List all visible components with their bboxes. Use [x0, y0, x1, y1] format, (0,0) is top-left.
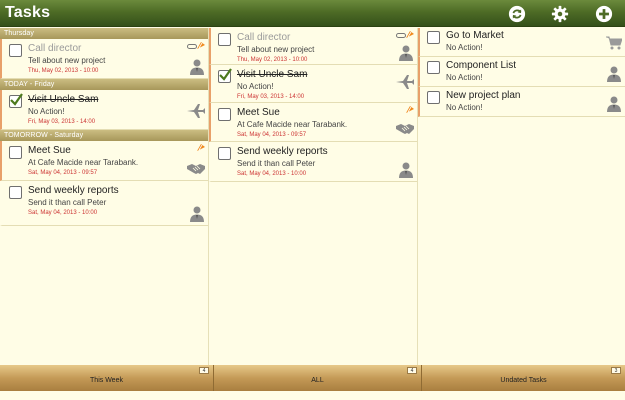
task-checkbox-checked[interactable] [218, 68, 232, 83]
link-icon [187, 43, 197, 50]
task-title: Call director [28, 43, 82, 54]
task-description: Send it than call Peter [28, 198, 107, 207]
task-description: At Cafe Macide near Tarabank. [28, 158, 139, 167]
task-description: Tell about new project [28, 56, 106, 65]
handshake-icon [187, 163, 205, 175]
task-checkbox[interactable] [9, 146, 22, 159]
task-item[interactable]: Visit Uncle Sam No Action! Fri, May 03, … [209, 65, 417, 103]
settings-button[interactable] [549, 3, 571, 25]
task-description: Tell about new project [237, 45, 315, 54]
task-item[interactable]: Send weekly reports Send it than call Pe… [209, 142, 417, 182]
task-checkbox[interactable] [9, 44, 22, 57]
airplane-icon [396, 75, 414, 89]
contact-icon [190, 59, 204, 75]
tab-label: Undated Tasks [500, 377, 547, 384]
add-task-button[interactable] [593, 3, 615, 25]
task-checkbox[interactable] [427, 31, 440, 44]
contact-icon [399, 45, 413, 61]
count-badge: 4 [407, 367, 417, 374]
task-checkbox[interactable] [218, 147, 231, 160]
tab-undated-tasks[interactable]: Undated Tasks 3 [422, 365, 625, 391]
tasks-app: Tasks Thursday Call director Tell about … [0, 0, 625, 400]
column-all: Call director Tell about new project Thu… [209, 28, 417, 182]
task-date: Sat, May 04, 2013 - 09:57 [237, 132, 307, 138]
task-title: Send weekly reports [237, 146, 328, 157]
task-checkbox[interactable] [9, 186, 22, 199]
task-item[interactable]: Meet Sue At Cafe Macide near Tarabank. S… [0, 141, 208, 181]
task-checkbox[interactable] [427, 61, 440, 74]
task-checkbox[interactable] [218, 33, 231, 46]
task-checkbox[interactable] [218, 108, 231, 121]
task-description: No Action! [446, 103, 483, 112]
task-date: Thu, May 02, 2013 - 10:00 [237, 57, 308, 63]
tab-label: ALL [311, 377, 324, 384]
task-checkbox-checked[interactable] [9, 93, 23, 108]
contact-icon [190, 206, 204, 222]
task-description: Send it than call Peter [237, 159, 316, 168]
column-this-week: Thursday Call director Tell about new pr… [0, 28, 208, 226]
task-date: Sat, May 04, 2013 - 10:00 [28, 210, 98, 216]
task-description: No Action! [28, 107, 65, 116]
task-date: Fri, May 03, 2013 - 14:00 [237, 94, 305, 100]
sync-button[interactable] [506, 3, 528, 25]
task-date: Thu, May 02, 2013 - 10:00 [28, 68, 99, 74]
shopping-cart-icon [606, 36, 622, 50]
bottom-spacer [0, 391, 625, 400]
task-checkbox[interactable] [427, 91, 440, 104]
task-item[interactable]: Visit Uncle Sam No Action! Fri, May 03, … [0, 90, 208, 130]
priority-flag-icon [197, 144, 205, 151]
task-title: Send weekly reports [28, 185, 119, 196]
task-date: Sat, May 04, 2013 - 09:57 [28, 170, 98, 176]
task-description: No Action! [446, 43, 483, 52]
task-title: Meet Sue [28, 145, 71, 156]
airplane-icon [187, 104, 205, 118]
sync-icon [508, 5, 526, 23]
task-item[interactable]: Call director Tell about new project Thu… [0, 39, 208, 79]
app-title: Tasks [5, 4, 51, 21]
gear-icon [551, 5, 569, 23]
priority-flag-icon [406, 106, 414, 113]
task-item[interactable]: Component List No Action! [418, 57, 625, 87]
column-undated-tasks: Go to Market No Action! Component List N… [418, 28, 625, 117]
task-title: Meet Sue [237, 107, 280, 118]
task-title: Visit Uncle Sam [237, 69, 308, 80]
bottom-tab-bar: This Week 4 ALL 4 Undated Tasks 3 [0, 365, 625, 391]
contact-icon [399, 162, 413, 178]
task-item[interactable]: Meet Sue At Cafe Macide near Tarabank. S… [209, 103, 417, 142]
count-badge: 3 [611, 367, 621, 374]
section-header: Thursday [0, 28, 208, 39]
task-title: New project plan [446, 90, 521, 101]
task-title: Visit Uncle Sam [28, 94, 99, 105]
task-description: No Action! [446, 73, 483, 82]
task-item[interactable]: New project plan No Action! [418, 87, 625, 117]
handshake-icon [396, 123, 414, 135]
checkmark-icon [10, 93, 23, 106]
checkmark-icon [219, 68, 232, 81]
contact-icon [607, 96, 621, 112]
task-description: No Action! [237, 82, 274, 91]
task-date: Fri, May 03, 2013 - 14:00 [28, 119, 96, 125]
contact-icon [607, 66, 621, 82]
section-header: TODAY - Friday [0, 79, 208, 90]
priority-flag-icon [197, 42, 205, 49]
section-header: TOMORROW - Saturday [0, 130, 208, 141]
task-description: At Cafe Macide near Tarabank. [237, 120, 348, 129]
count-badge: 4 [199, 367, 209, 374]
task-title: Call director [237, 32, 291, 43]
tab-label: This Week [90, 377, 123, 384]
priority-flag-icon [406, 31, 414, 38]
task-title: Go to Market [446, 30, 504, 41]
task-item[interactable]: Call director Tell about new project Thu… [209, 28, 417, 65]
link-icon [396, 32, 406, 39]
tab-all[interactable]: ALL 4 [214, 365, 422, 391]
top-bar: Tasks [0, 0, 625, 27]
plus-icon [595, 5, 613, 23]
task-title: Component List [446, 60, 517, 71]
task-item[interactable]: Send weekly reports Send it than call Pe… [0, 181, 208, 226]
tab-this-week[interactable]: This Week 4 [0, 365, 214, 391]
task-date: Sat, May 04, 2013 - 10:00 [237, 171, 307, 177]
task-item[interactable]: Go to Market No Action! [418, 28, 625, 57]
